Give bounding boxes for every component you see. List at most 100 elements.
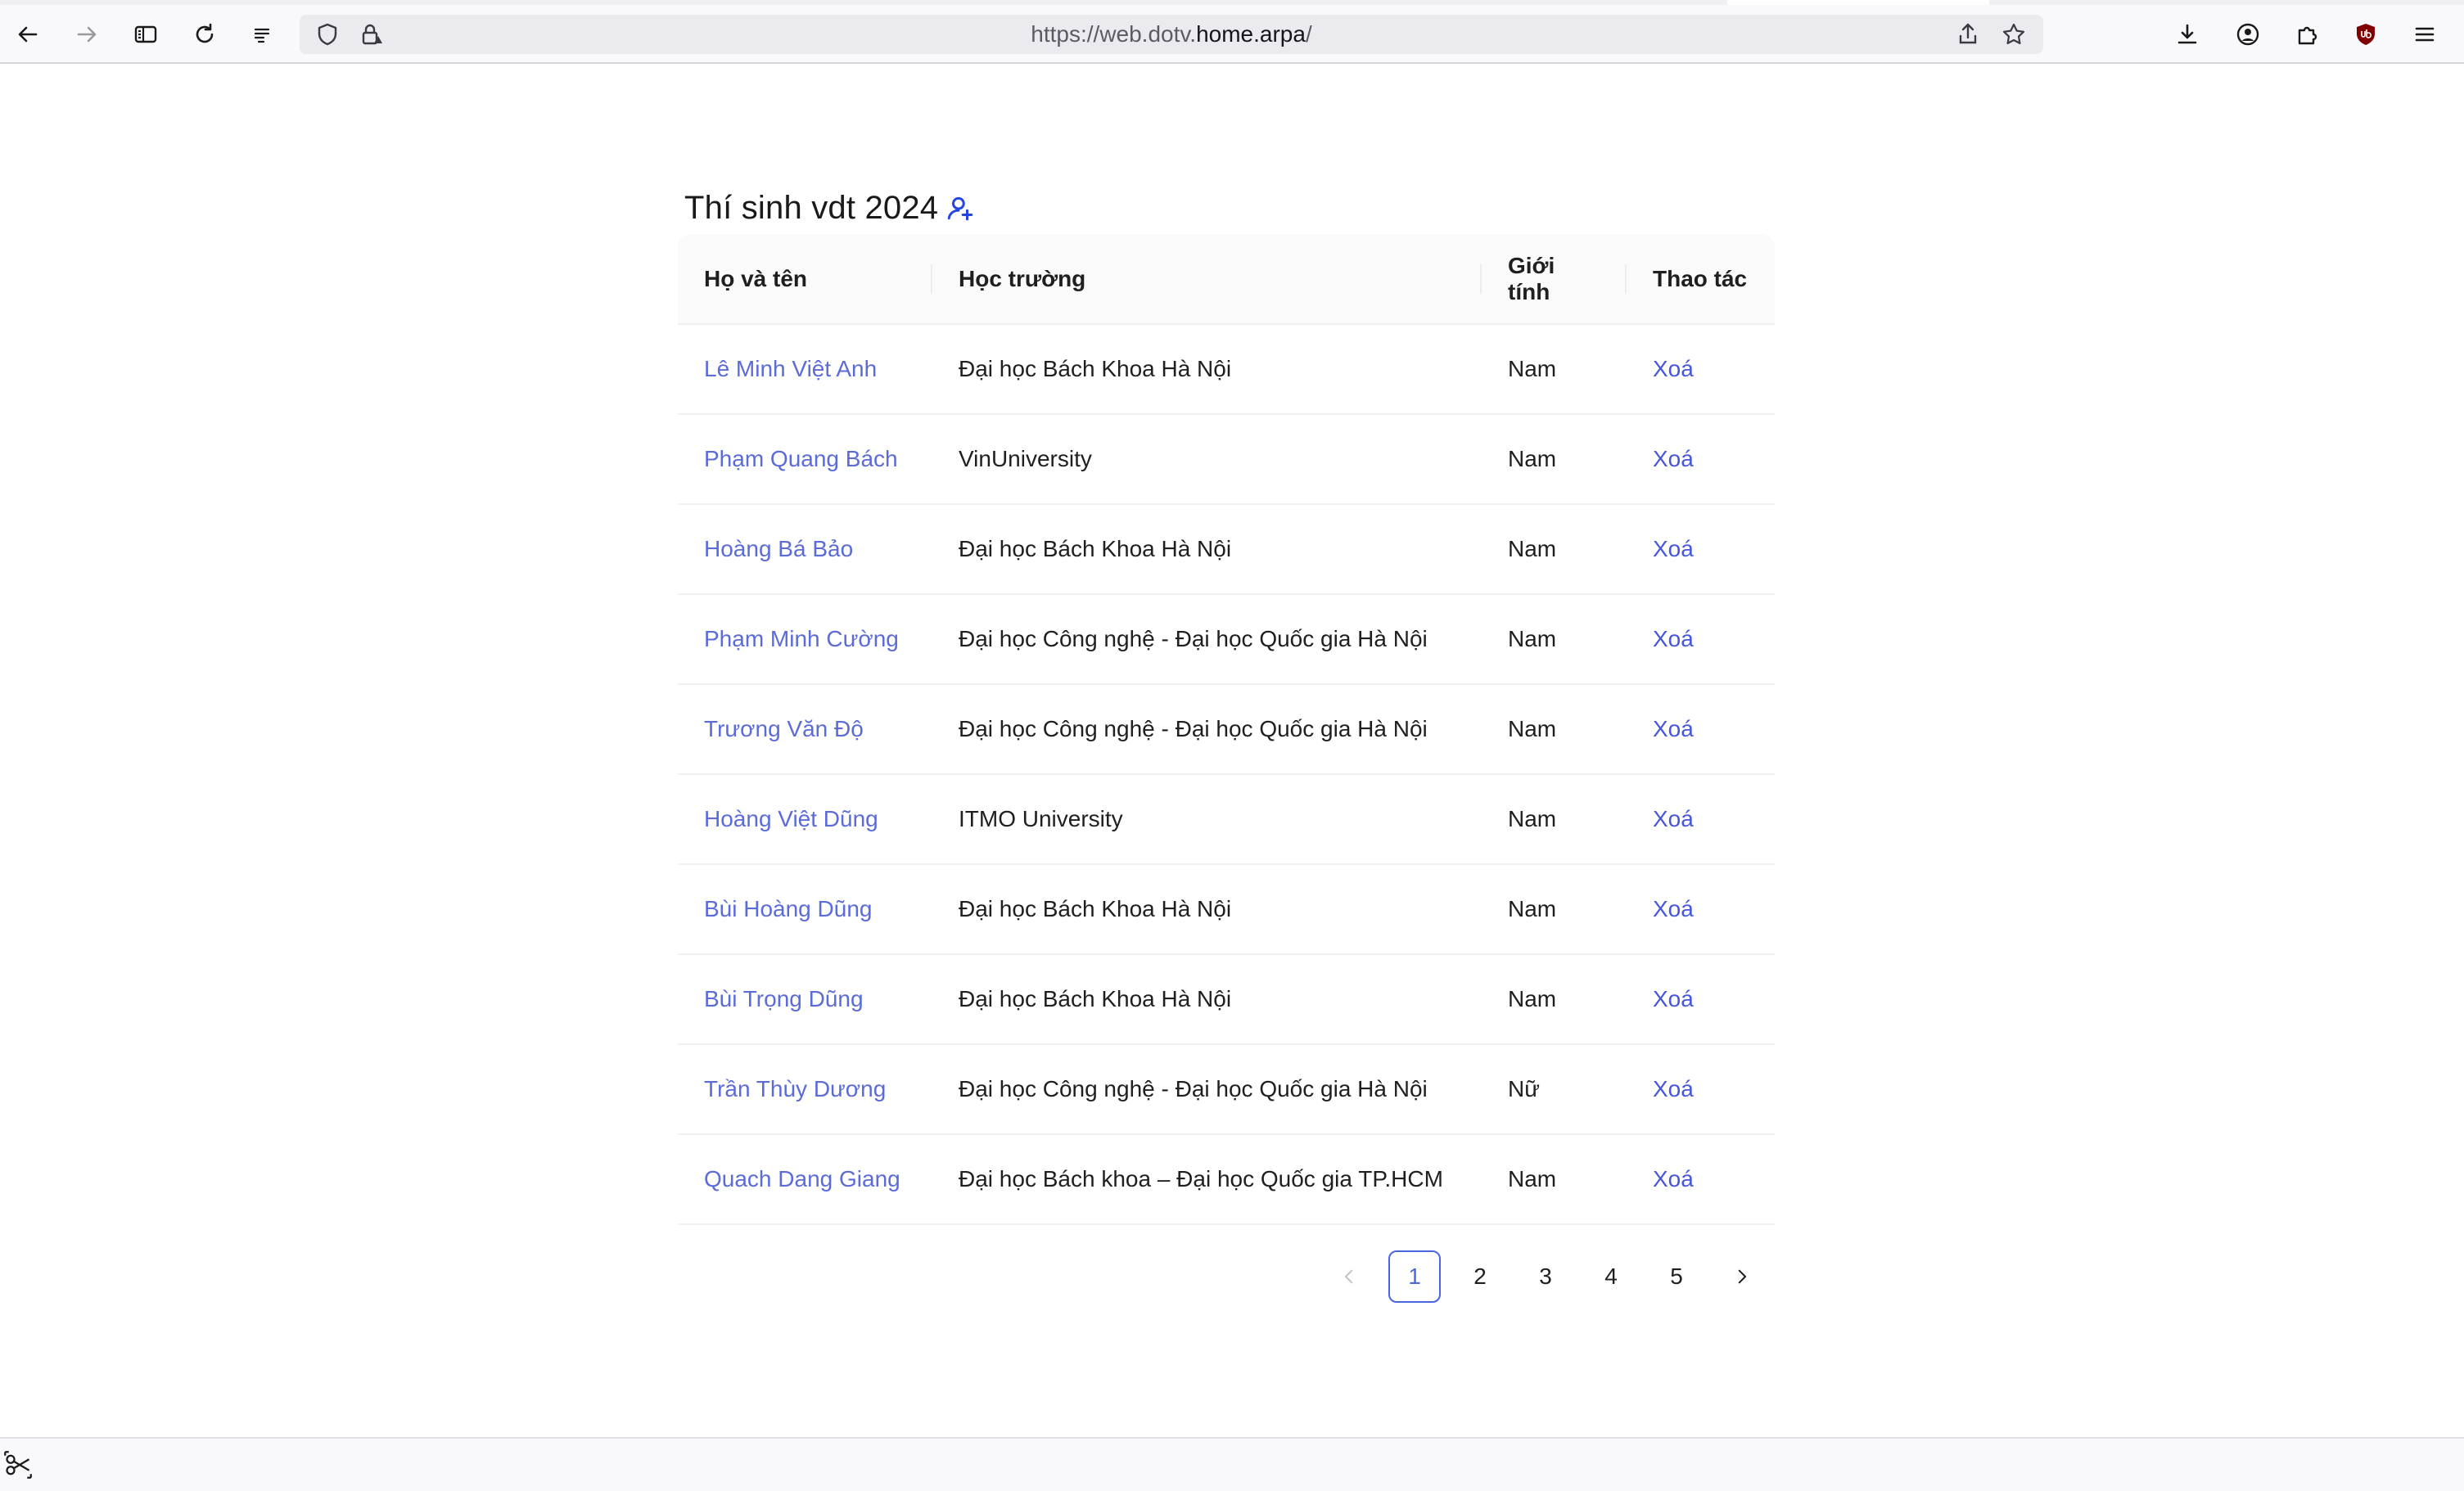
status-bar [0, 1437, 2464, 1491]
url-text[interactable]: https://web.dotv.home.arpa/ [300, 15, 2043, 54]
sidebar-icon [134, 25, 157, 43]
table-row: Hoàng Việt Dũng ITMO University Nam Xoá [678, 774, 1775, 865]
gender-cell: Nam [1482, 864, 1627, 955]
candidate-name-link[interactable]: Trương Văn Độ [704, 716, 864, 741]
school-cell: Đại học Bách Khoa Hà Nội [932, 504, 1482, 595]
url-suffix: / [1305, 21, 1312, 47]
table-row: Phạm Quang Bách VinUniversity Nam Xoá [678, 414, 1775, 505]
candidate-name-link[interactable]: Phạm Quang Bách [704, 446, 898, 471]
name-cell: Bùi Trọng Dũng [678, 954, 932, 1045]
action-cell: Xoá [1627, 1134, 1775, 1225]
gender-cell: Nam [1482, 324, 1627, 415]
downloads-button[interactable] [2169, 16, 2205, 52]
pagination-page-4[interactable]: 4 [1585, 1250, 1637, 1303]
column-header-name: Họ và tên [678, 234, 932, 325]
pagination-prev-button[interactable] [1323, 1250, 1375, 1303]
school-cell: Đại học Bách khoa – Đại học Quốc gia TP.… [932, 1134, 1482, 1225]
name-cell: Trần Thùy Dương [678, 1044, 932, 1135]
bookmark-button[interactable] [1996, 16, 2032, 52]
action-cell: Xoá [1627, 1044, 1775, 1135]
back-button[interactable] [10, 16, 46, 52]
menu-button[interactable] [2407, 16, 2443, 52]
delete-link[interactable]: Xoá [1653, 896, 1694, 921]
candidate-name-link[interactable]: Hoàng Việt Dũng [704, 806, 878, 831]
table-row: Trương Văn Độ Đại học Công nghệ - Đại họ… [678, 684, 1775, 775]
school-cell: Đại học Công nghệ - Đại học Quốc gia Hà … [932, 684, 1482, 775]
gender-cell: Nam [1482, 504, 1627, 595]
table-row: Bùi Hoàng Dũng Đại học Bách Khoa Hà Nội … [678, 864, 1775, 955]
candidate-name-link[interactable]: Quach Dang Giang [704, 1166, 900, 1191]
table-row: Phạm Minh Cường Đại học Công nghệ - Đại … [678, 594, 1775, 685]
candidate-name-link[interactable]: Lê Minh Việt Anh [704, 356, 877, 381]
school-cell: Đại học Bách Khoa Hà Nội [932, 324, 1482, 415]
action-cell: Xoá [1627, 954, 1775, 1045]
candidate-name-link[interactable]: Trần Thùy Dương [704, 1076, 886, 1101]
action-cell: Xoá [1627, 414, 1775, 505]
list-icon [254, 28, 270, 43]
name-cell: Hoàng Việt Dũng [678, 774, 932, 865]
chevron-right-icon [1738, 1269, 1747, 1284]
gender-cell: Nam [1482, 684, 1627, 775]
name-cell: Bùi Hoàng Dũng [678, 864, 932, 955]
delete-link[interactable]: Xoá [1653, 1076, 1694, 1101]
school-cell: ITMO University [932, 774, 1482, 865]
candidate-name-link[interactable]: Bùi Trọng Dũng [704, 986, 864, 1011]
url-host: home.arpa [1196, 21, 1306, 47]
forward-button[interactable] [69, 16, 105, 52]
reader-list-button[interactable] [244, 16, 280, 52]
screenshot-scissors-icon[interactable] [3, 1450, 33, 1480]
candidate-name-link[interactable]: Bùi Hoàng Dũng [704, 896, 872, 921]
address-bar[interactable]: https://web.dotv.home.arpa/ [300, 15, 2043, 54]
gender-cell: Nam [1482, 774, 1627, 865]
reload-button[interactable] [187, 16, 223, 52]
ublock-shield-icon [2357, 24, 2375, 45]
delete-link[interactable]: Xoá [1653, 536, 1694, 561]
pagination-page-3[interactable]: 3 [1519, 1250, 1572, 1303]
delete-link[interactable]: Xoá [1653, 806, 1694, 831]
name-cell: Hoàng Bá Bảo [678, 504, 932, 595]
account-icon [2236, 23, 2259, 46]
action-cell: Xoá [1627, 504, 1775, 595]
delete-link[interactable]: Xoá [1653, 1166, 1694, 1191]
delete-link[interactable]: Xoá [1653, 986, 1694, 1011]
table-row: Quach Dang Giang Đại học Bách khoa – Đại… [678, 1134, 1775, 1225]
arrow-left-icon [18, 26, 38, 43]
reload-icon [196, 23, 214, 43]
delete-link[interactable]: Xoá [1653, 356, 1694, 381]
school-cell: Đại học Bách Khoa Hà Nội [932, 864, 1482, 955]
delete-link[interactable]: Xoá [1653, 446, 1694, 471]
table-row: Hoàng Bá Bảo Đại học Bách Khoa Hà Nội Na… [678, 504, 1775, 595]
name-cell: Phạm Quang Bách [678, 414, 932, 505]
pagination-page-5[interactable]: 5 [1650, 1250, 1703, 1303]
action-cell: Xoá [1627, 594, 1775, 685]
browser-toolbar: https://web.dotv.home.arpa/ [0, 5, 2464, 64]
action-cell: Xoá [1627, 864, 1775, 955]
delete-link[interactable]: Xoá [1653, 716, 1694, 741]
pagination-next-button[interactable] [1716, 1250, 1768, 1303]
sidebar-button[interactable] [128, 16, 164, 52]
url-prefix: https://web.dotv. [1031, 21, 1197, 47]
add-user-button[interactable] [946, 194, 974, 222]
candidate-name-link[interactable]: Hoàng Bá Bảo [704, 536, 853, 561]
account-button[interactable] [2230, 16, 2266, 52]
user-add-icon [947, 196, 973, 221]
arrow-right-icon [77, 26, 97, 43]
column-header-action: Thao tác [1627, 234, 1775, 325]
star-icon [2002, 23, 2025, 44]
pagination-page-2[interactable]: 2 [1454, 1250, 1506, 1303]
name-cell: Lê Minh Việt Anh [678, 324, 932, 415]
ublock-button[interactable] [2348, 16, 2384, 52]
pagination-page-1[interactable]: 1 [1388, 1250, 1441, 1303]
share-icon [1959, 23, 1977, 44]
share-button[interactable] [1950, 16, 1986, 52]
school-cell: Đại học Công nghệ - Đại học Quốc gia Hà … [932, 594, 1482, 685]
download-icon [2177, 24, 2197, 44]
extensions-button[interactable] [2289, 16, 2325, 52]
delete-link[interactable]: Xoá [1653, 626, 1694, 651]
gender-cell: Nam [1482, 954, 1627, 1045]
school-cell: Đại học Bách Khoa Hà Nội [932, 954, 1482, 1045]
action-cell: Xoá [1627, 324, 1775, 415]
candidate-name-link[interactable]: Phạm Minh Cường [704, 626, 899, 651]
hamburger-menu-icon [2415, 27, 2435, 42]
candidates-table: Họ và tên Học trường Giới tính Thao tác … [678, 234, 1775, 1225]
